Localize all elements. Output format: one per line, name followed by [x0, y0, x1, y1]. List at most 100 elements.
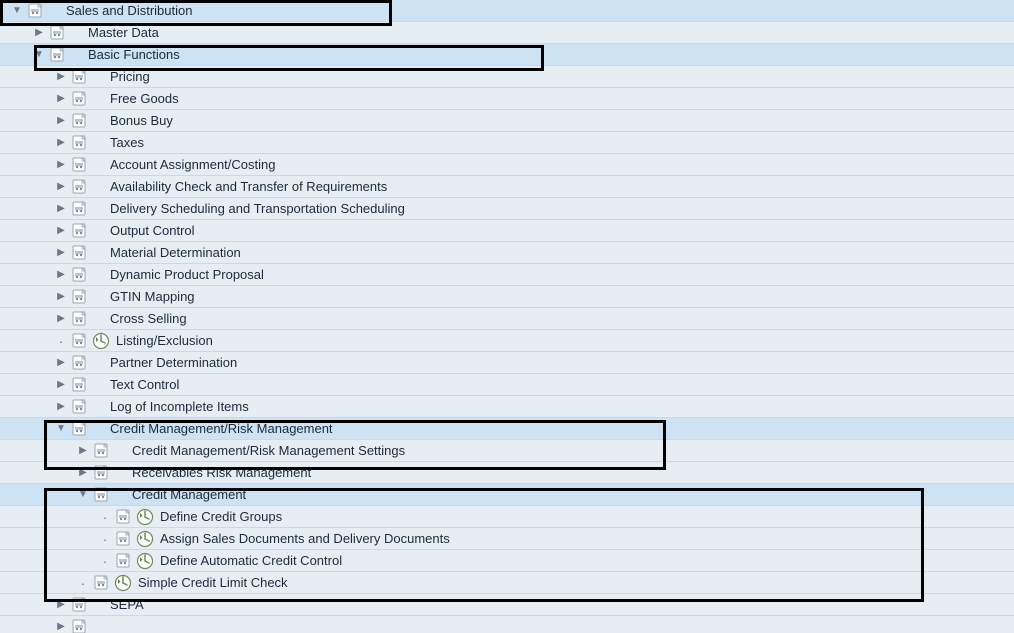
tree-row[interactable]: ▼ Sales and Distribution	[0, 0, 1014, 22]
tree-row[interactable]: ▼ Basic Functions	[0, 44, 1014, 66]
tree-node-label[interactable]: GTIN Mapping	[110, 289, 195, 304]
img-activity-icon[interactable]	[136, 530, 154, 548]
img-activity-icon[interactable]	[114, 574, 132, 592]
tree-row[interactable]: ▶ Receivables Risk Management	[0, 462, 1014, 484]
img-node-icon	[94, 574, 112, 592]
tree-node-label[interactable]: Credit Management	[132, 487, 246, 502]
img-node-icon	[72, 134, 90, 152]
expand-icon[interactable]: ▶	[76, 466, 90, 480]
expand-icon[interactable]: ▶	[54, 268, 68, 282]
expand-icon[interactable]: ▶	[54, 202, 68, 216]
tree-node-label[interactable]: Master Data	[88, 25, 159, 40]
tree-node-label[interactable]: Output Control	[110, 223, 195, 238]
tree-row[interactable]: ▶ Taxes	[0, 132, 1014, 154]
img-activity-icon[interactable]	[92, 332, 110, 350]
img-node-icon	[72, 310, 90, 328]
tree-row[interactable]: ▶ Text Control	[0, 374, 1014, 396]
tree-row[interactable]: ▶ GTIN Mapping	[0, 286, 1014, 308]
collapse-icon[interactable]: ▼	[76, 488, 90, 502]
expand-icon[interactable]: ▶	[54, 114, 68, 128]
tree-row[interactable]: ▶ Master Data	[0, 22, 1014, 44]
tree-row[interactable]: ▶ Log of Incomplete Items	[0, 396, 1014, 418]
tree-node-label[interactable]: Text Control	[110, 377, 179, 392]
expand-icon[interactable]: ▶	[54, 92, 68, 106]
tree-row[interactable]: ▶ Partner Determination	[0, 352, 1014, 374]
expand-icon[interactable]: ▶	[54, 290, 68, 304]
tree-row[interactable]: ▶ Free Goods	[0, 88, 1014, 110]
expand-icon[interactable]: ▶	[54, 70, 68, 84]
tree-node-label[interactable]: Account Assignment/Costing	[110, 157, 275, 172]
tree-node-label[interactable]: Sales and Distribution	[66, 3, 192, 18]
tree-node-label[interactable]: Receivables Risk Management	[132, 465, 311, 480]
expand-icon[interactable]: ▶	[54, 400, 68, 414]
tree-row[interactable]: ·Define Automatic Credit Control	[0, 550, 1014, 572]
tree-row[interactable]: ▶ Credit Management/Risk Management Setti…	[0, 440, 1014, 462]
tree-node-label[interactable]: Cross Selling	[110, 311, 187, 326]
tree-node-label[interactable]: Pricing	[110, 69, 150, 84]
tree-row[interactable]: ▶	[0, 616, 1014, 633]
tree-node-label[interactable]: Partner Determination	[110, 355, 237, 370]
tree-node-label[interactable]: Bonus Buy	[110, 113, 173, 128]
collapse-icon[interactable]: ▼	[10, 4, 24, 18]
expand-icon[interactable]: ▶	[54, 158, 68, 172]
tree-node-label[interactable]: Credit Management/Risk Management	[110, 421, 333, 436]
tree-row[interactable]: ▶ Dynamic Product Proposal	[0, 264, 1014, 286]
tree-node-label[interactable]: Material Determination	[110, 245, 241, 260]
tree-node-label[interactable]: Define Automatic Credit Control	[160, 553, 342, 568]
tree-node-label[interactable]: Delivery Scheduling and Transportation S…	[110, 201, 405, 216]
img-node-icon	[72, 376, 90, 394]
tree-node-label[interactable]: Dynamic Product Proposal	[110, 267, 264, 282]
tree-row[interactable]: ▶ Pricing	[0, 66, 1014, 88]
tree-node-label[interactable]: Credit Management/Risk Management Settin…	[132, 443, 405, 458]
tree-row[interactable]: ▶ Availability Check and Transfer of Requ…	[0, 176, 1014, 198]
tree-row[interactable]: ▶ Bonus Buy	[0, 110, 1014, 132]
collapse-icon[interactable]: ▼	[54, 422, 68, 436]
img-node-icon	[72, 112, 90, 130]
tree-row[interactable]: ·Listing/Exclusion	[0, 330, 1014, 352]
tree-node-label[interactable]: SEPA	[110, 597, 144, 612]
tree-node-label[interactable]: Listing/Exclusion	[116, 333, 213, 348]
tree-node-label[interactable]: Free Goods	[110, 91, 179, 106]
img-node-icon	[72, 200, 90, 218]
expand-icon[interactable]: ▶	[54, 598, 68, 612]
expand-icon[interactable]: ▶	[54, 312, 68, 326]
tree-row[interactable]: ▶ Delivery Scheduling and Transportation …	[0, 198, 1014, 220]
tree-node-label[interactable]: Assign Sales Documents and Delivery Docu…	[160, 531, 450, 546]
img-node-icon	[72, 288, 90, 306]
collapse-icon[interactable]: ▼	[32, 48, 46, 62]
tree-row[interactable]: ▶ Account Assignment/Costing	[0, 154, 1014, 176]
expand-icon[interactable]: ▶	[54, 136, 68, 150]
tree-node-label[interactable]: Availability Check and Transfer of Requi…	[110, 179, 387, 194]
img-node-icon	[72, 332, 90, 350]
tree-node-label[interactable]: Basic Functions	[88, 47, 180, 62]
expand-icon[interactable]: ▶	[54, 356, 68, 370]
tree-row[interactable]: ▼ Credit Management	[0, 484, 1014, 506]
img-node-icon	[72, 90, 90, 108]
tree-row[interactable]: ▶ Material Determination	[0, 242, 1014, 264]
tree-node-label[interactable]: Simple Credit Limit Check	[138, 575, 288, 590]
expand-icon[interactable]: ▶	[54, 620, 68, 633]
img-node-icon	[94, 464, 112, 482]
tree-node-label[interactable]: Log of Incomplete Items	[110, 399, 249, 414]
tree-row[interactable]: ·Assign Sales Documents and Delivery Doc…	[0, 528, 1014, 550]
img-node-icon	[72, 354, 90, 372]
tree-row[interactable]: ▶ Cross Selling	[0, 308, 1014, 330]
img-node-icon	[72, 178, 90, 196]
tree-row[interactable]: ·Define Credit Groups	[0, 506, 1014, 528]
tree-row[interactable]: ▶ SEPA	[0, 594, 1014, 616]
expand-icon[interactable]: ▶	[54, 180, 68, 194]
expand-icon[interactable]: ▶	[76, 444, 90, 458]
expand-icon[interactable]: ▶	[54, 246, 68, 260]
tree-row[interactable]: ·Simple Credit Limit Check	[0, 572, 1014, 594]
tree-row[interactable]: ▶ Output Control	[0, 220, 1014, 242]
expand-icon[interactable]: ▶	[32, 26, 46, 40]
img-activity-icon[interactable]	[136, 552, 154, 570]
tree-row[interactable]: ▼ Credit Management/Risk Management	[0, 418, 1014, 440]
img-activity-icon[interactable]	[136, 508, 154, 526]
tree-node-label[interactable]: Taxes	[110, 135, 144, 150]
expand-icon[interactable]: ▶	[54, 378, 68, 392]
tree-node-label[interactable]: Define Credit Groups	[160, 509, 282, 524]
expand-icon[interactable]: ▶	[54, 224, 68, 238]
img-node-icon	[72, 420, 90, 438]
img-node-icon	[28, 2, 46, 20]
